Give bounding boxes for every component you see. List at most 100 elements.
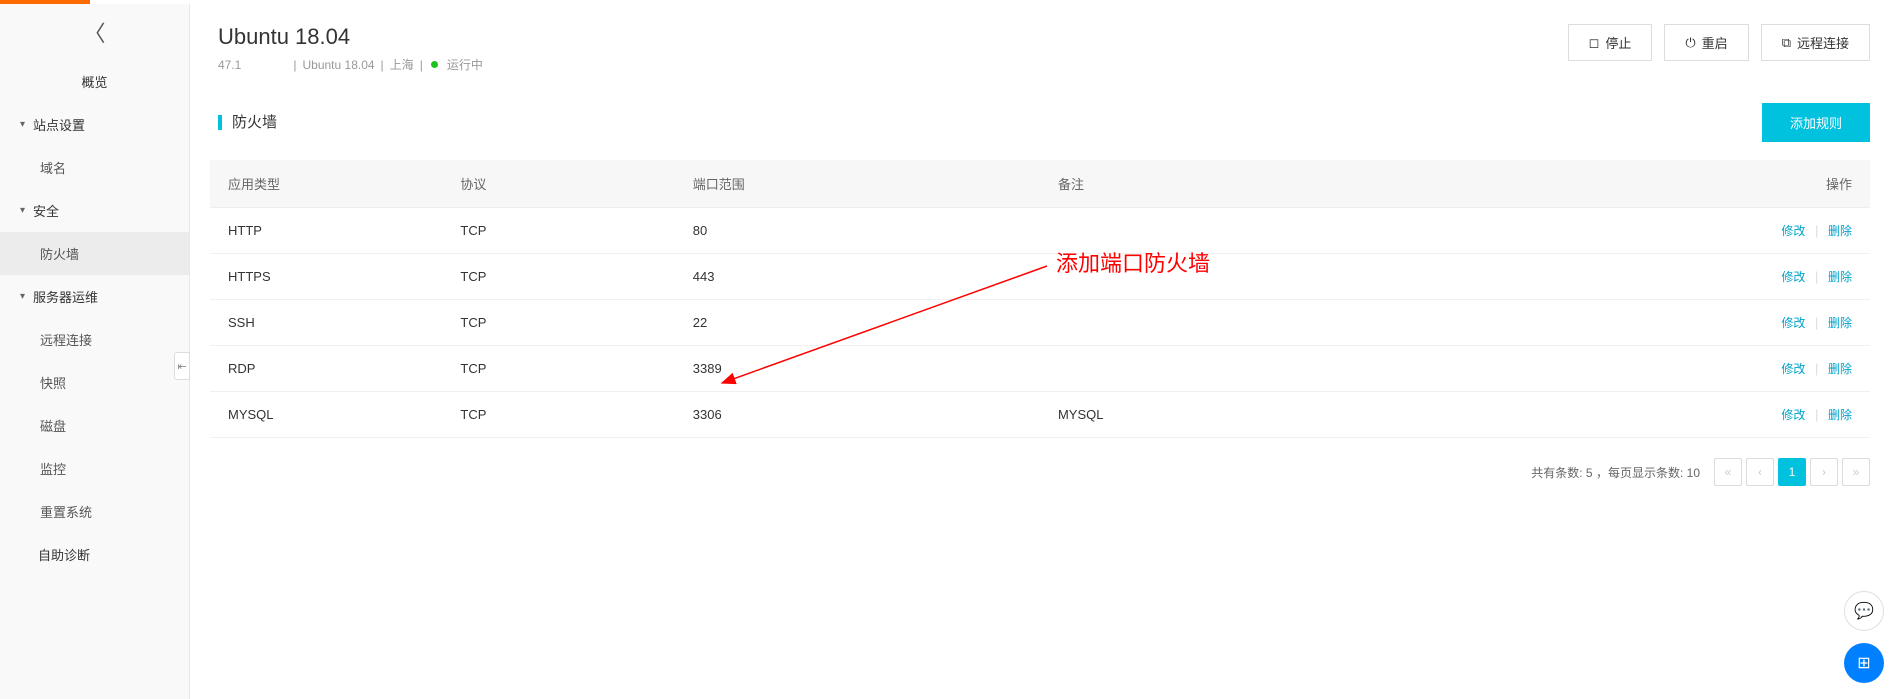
sidebar-item-label: 远程连接 — [40, 333, 92, 348]
column-header-protocol: 协议 — [442, 160, 674, 208]
server-region: 上海 — [390, 56, 414, 73]
restart-button[interactable]: ⏻ 重启 — [1664, 24, 1748, 61]
sidebar-collapse-toggle[interactable]: ⇤ — [174, 352, 190, 380]
sidebar-item-disk[interactable]: 磁盘 — [0, 404, 189, 447]
cell-port: 3389 — [675, 346, 1040, 392]
server-status: 运行中 — [447, 56, 483, 73]
sidebar-item-label: 概览 — [81, 72, 107, 91]
caret-down-icon: ▾ — [20, 291, 25, 302]
edit-link[interactable]: 修改 — [1781, 270, 1805, 284]
page-title: Ubuntu 18.04 — [218, 24, 483, 50]
sidebar-item-remote[interactable]: 远程连接 — [0, 318, 189, 361]
terminal-icon: ⧉ — [1782, 35, 1791, 51]
cell-app-type: SSH — [210, 300, 442, 346]
delete-link[interactable]: 删除 — [1828, 224, 1852, 238]
button-label: 重启 — [1702, 33, 1728, 52]
back-button[interactable]: 〈 — [0, 4, 189, 60]
edit-link[interactable]: 修改 — [1781, 316, 1805, 330]
sidebar-item-label: 安全 — [33, 201, 59, 220]
sidebar-item-self-diag[interactable]: 自助诊断 — [0, 533, 189, 576]
delete-link[interactable]: 删除 — [1828, 270, 1852, 284]
table-row: HTTP TCP 80 修改 | 删除 — [210, 208, 1870, 254]
stop-button[interactable]: ◻ 停止 — [1568, 24, 1653, 61]
main-content: Ubuntu 18.04 47.1 | Ubuntu 18.04 | 上海 | … — [190, 4, 1898, 699]
delete-link[interactable]: 删除 — [1828, 316, 1852, 330]
column-header-app-type: 应用类型 — [210, 160, 442, 208]
sidebar-item-overview[interactable]: 概览 — [0, 60, 189, 103]
cell-note — [1040, 208, 1638, 254]
pagination-info: 共有条数: 5 ，每页显示条数: 10 — [1531, 464, 1700, 481]
sidebar: 〈 概览 ▾ 站点设置 域名 ▾ 安全 防火墙 ▾ 服务器运维 远程连接 快照 — [0, 4, 190, 699]
power-icon: ⏻ — [1685, 35, 1695, 51]
apps-float-button[interactable]: ⊞ — [1844, 643, 1884, 683]
sidebar-item-snapshot[interactable]: 快照 — [0, 361, 189, 404]
remote-connect-button[interactable]: ⧉ 远程连接 — [1761, 24, 1870, 61]
cell-ops: 修改 | 删除 — [1638, 208, 1870, 254]
sidebar-item-firewall[interactable]: 防火墙 — [0, 232, 189, 275]
cell-note — [1040, 346, 1638, 392]
server-ip: 47.1 — [218, 58, 241, 72]
cell-port: 22 — [675, 300, 1040, 346]
section-title: 防火墙 — [218, 115, 277, 130]
page-number-button[interactable]: 1 — [1778, 458, 1806, 486]
cell-ops: 修改 | 删除 — [1638, 254, 1870, 300]
cell-ops: 修改 | 删除 — [1638, 346, 1870, 392]
grid-icon: ⊞ — [1857, 653, 1870, 673]
table-row: MYSQL TCP 3306 MYSQL 修改 | 删除 — [210, 392, 1870, 438]
status-dot-icon — [431, 61, 438, 68]
cell-app-type: HTTPS — [210, 254, 442, 300]
cell-app-type: RDP — [210, 346, 442, 392]
edit-link[interactable]: 修改 — [1781, 408, 1805, 422]
sidebar-item-label: 防火墙 — [40, 247, 79, 262]
cell-protocol: TCP — [442, 392, 674, 438]
sidebar-item-label: 域名 — [40, 161, 66, 176]
chat-icon: 💬 — [1854, 601, 1874, 621]
sidebar-item-label: 监控 — [40, 462, 66, 477]
cell-app-type: HTTP — [210, 208, 442, 254]
cell-protocol: TCP — [442, 254, 674, 300]
sidebar-item-monitor[interactable]: 监控 — [0, 447, 189, 490]
pagination: 共有条数: 5 ，每页显示条数: 10 « ‹ 1 › » — [210, 438, 1870, 506]
sidebar-item-label: 快照 — [40, 376, 66, 391]
cell-note — [1040, 254, 1638, 300]
server-os: Ubuntu 18.04 — [302, 58, 374, 72]
sidebar-group-security[interactable]: ▾ 安全 — [0, 189, 189, 232]
sidebar-item-domain[interactable]: 域名 — [0, 146, 189, 189]
page-prev-button[interactable]: ‹ — [1746, 458, 1774, 486]
page-first-button[interactable]: « — [1714, 458, 1742, 486]
column-header-note: 备注 — [1040, 160, 1638, 208]
caret-down-icon: ▾ — [20, 119, 25, 130]
edit-link[interactable]: 修改 — [1781, 224, 1805, 238]
cell-ops: 修改 | 删除 — [1638, 392, 1870, 438]
chat-float-button[interactable]: 💬 — [1844, 591, 1884, 631]
sidebar-item-label: 磁盘 — [40, 419, 66, 434]
cell-ops: 修改 | 删除 — [1638, 300, 1870, 346]
cell-note: MYSQL — [1040, 392, 1638, 438]
delete-link[interactable]: 删除 — [1828, 362, 1852, 376]
server-meta: 47.1 | Ubuntu 18.04 | 上海 | 运行中 — [218, 56, 483, 73]
caret-down-icon: ▾ — [20, 205, 25, 216]
sidebar-item-label: 站点设置 — [33, 115, 85, 134]
add-rule-button[interactable]: 添加规则 — [1762, 103, 1870, 142]
page-next-button[interactable]: › — [1810, 458, 1838, 486]
sidebar-group-site-settings[interactable]: ▾ 站点设置 — [0, 103, 189, 146]
page-header: Ubuntu 18.04 47.1 | Ubuntu 18.04 | 上海 | … — [190, 4, 1898, 89]
cell-protocol: TCP — [442, 346, 674, 392]
button-label: 添加规则 — [1790, 116, 1842, 131]
cell-port: 3306 — [675, 392, 1040, 438]
table-row: HTTPS TCP 443 修改 | 删除 — [210, 254, 1870, 300]
chevron-left-icon: 〈 — [83, 16, 105, 48]
cell-protocol: TCP — [442, 300, 674, 346]
column-header-ops: 操作 — [1638, 160, 1870, 208]
sidebar-item-label: 自助诊断 — [38, 545, 90, 564]
edit-link[interactable]: 修改 — [1781, 362, 1805, 376]
button-label: 远程连接 — [1797, 33, 1849, 52]
column-header-port-range: 端口范围 — [675, 160, 1040, 208]
sidebar-group-server-ops[interactable]: ▾ 服务器运维 — [0, 275, 189, 318]
delete-link[interactable]: 删除 — [1828, 408, 1852, 422]
button-label: 停止 — [1605, 33, 1631, 52]
cell-note — [1040, 300, 1638, 346]
cell-protocol: TCP — [442, 208, 674, 254]
sidebar-item-reinstall[interactable]: 重置系统 — [0, 490, 189, 533]
page-last-button[interactable]: » — [1842, 458, 1870, 486]
